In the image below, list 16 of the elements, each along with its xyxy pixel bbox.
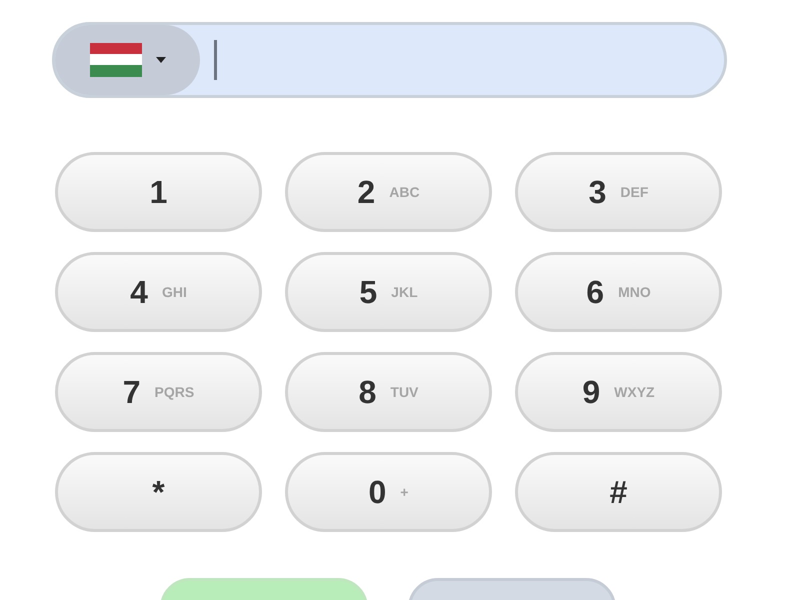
dial-key[interactable]: 9 WXYZ <box>515 352 722 432</box>
dial-key[interactable]: 2 ABC <box>285 152 492 232</box>
dial-key[interactable]: 1 <box>55 152 262 232</box>
dial-key[interactable]: 6 MNO <box>515 252 722 332</box>
dial-key[interactable]: 8 TUV <box>285 352 492 432</box>
dial-key[interactable]: * <box>55 452 262 532</box>
dial-key[interactable]: # <box>515 452 722 532</box>
text-cursor <box>214 40 217 80</box>
caret-icon <box>156 57 166 63</box>
dial-key[interactable]: 4 GHI <box>55 252 262 332</box>
country-selector[interactable] <box>55 25 200 95</box>
dial-key[interactable]: 3 DEF <box>515 152 722 232</box>
flag-icon <box>90 43 142 77</box>
dial-key[interactable]: 0 + <box>285 452 492 532</box>
dial-key[interactable]: 5 JKL <box>285 252 492 332</box>
dial-key[interactable]: 7 PQRS <box>55 352 262 432</box>
